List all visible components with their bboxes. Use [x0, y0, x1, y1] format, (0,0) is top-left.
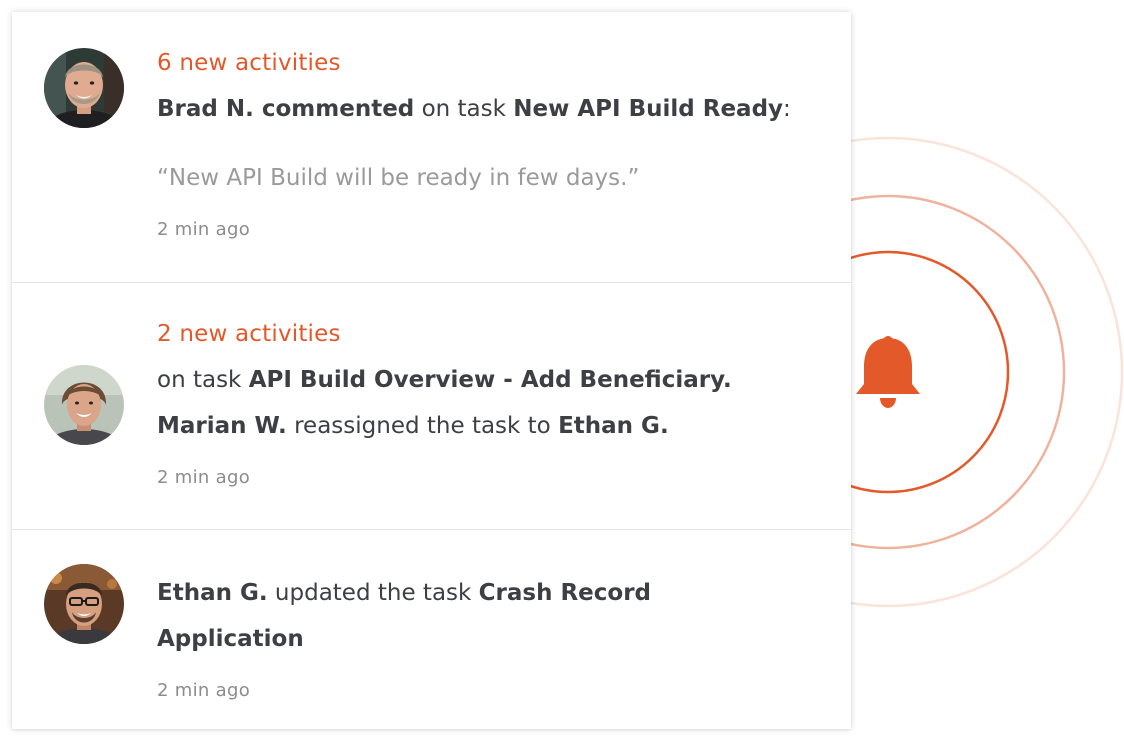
notification-card: 6 new activities Brad N. commented on ta…: [12, 12, 851, 729]
avatar-ethan[interactable]: [44, 564, 124, 644]
activity-text-line1: Ethan G. updated the task Crash Record: [157, 580, 651, 606]
avatar-marian[interactable]: [44, 365, 124, 445]
activity-count: 6 new activities: [157, 50, 341, 76]
task-link-continued[interactable]: Application: [157, 626, 304, 652]
activity-text: Brad N. commented on task New API Build …: [157, 96, 791, 122]
activity-count: 2 new activities: [157, 321, 341, 347]
actor-name[interactable]: Ethan G.: [157, 580, 268, 606]
action-text: updated the task: [267, 580, 479, 606]
comment-quote: “New API Build will be ready in few days…: [157, 165, 640, 191]
notification-item[interactable]: 2 new activities on task API Build Overv…: [12, 282, 851, 530]
actor-name[interactable]: Marian W.: [157, 413, 287, 439]
activity-text-line2: Marian W. reassigned the task to Ethan G…: [157, 413, 669, 439]
avatar-brad[interactable]: [44, 48, 124, 128]
task-link[interactable]: New API Build Ready: [513, 96, 783, 122]
notification-stage: 6 new activities Brad N. commented on ta…: [0, 0, 1124, 742]
notification-item[interactable]: 6 new activities Brad N. commented on ta…: [12, 12, 851, 283]
task-link[interactable]: Crash Record: [479, 580, 651, 606]
action-text: commented: [253, 96, 415, 122]
suffix-text: :: [783, 96, 791, 122]
timestamp: 2 min ago: [157, 219, 251, 240]
notification-item[interactable]: Ethan G. updated the task Crash Record A…: [12, 529, 851, 729]
timestamp: 2 min ago: [157, 467, 251, 488]
task-link[interactable]: API Build Overview - Add Beneficiary.: [249, 367, 732, 393]
assignee-name[interactable]: Ethan G.: [558, 413, 669, 439]
bell-icon: [856, 336, 920, 408]
connector-text: on task: [414, 96, 514, 122]
activity-text-line2: Application: [157, 626, 304, 652]
actor-name[interactable]: Brad N.: [157, 96, 254, 122]
connector-text: on task: [157, 367, 249, 393]
activity-text-line1: on task API Build Overview - Add Benefic…: [157, 367, 732, 393]
action-text: reassigned the task to: [286, 413, 559, 439]
timestamp: 2 min ago: [157, 680, 251, 701]
